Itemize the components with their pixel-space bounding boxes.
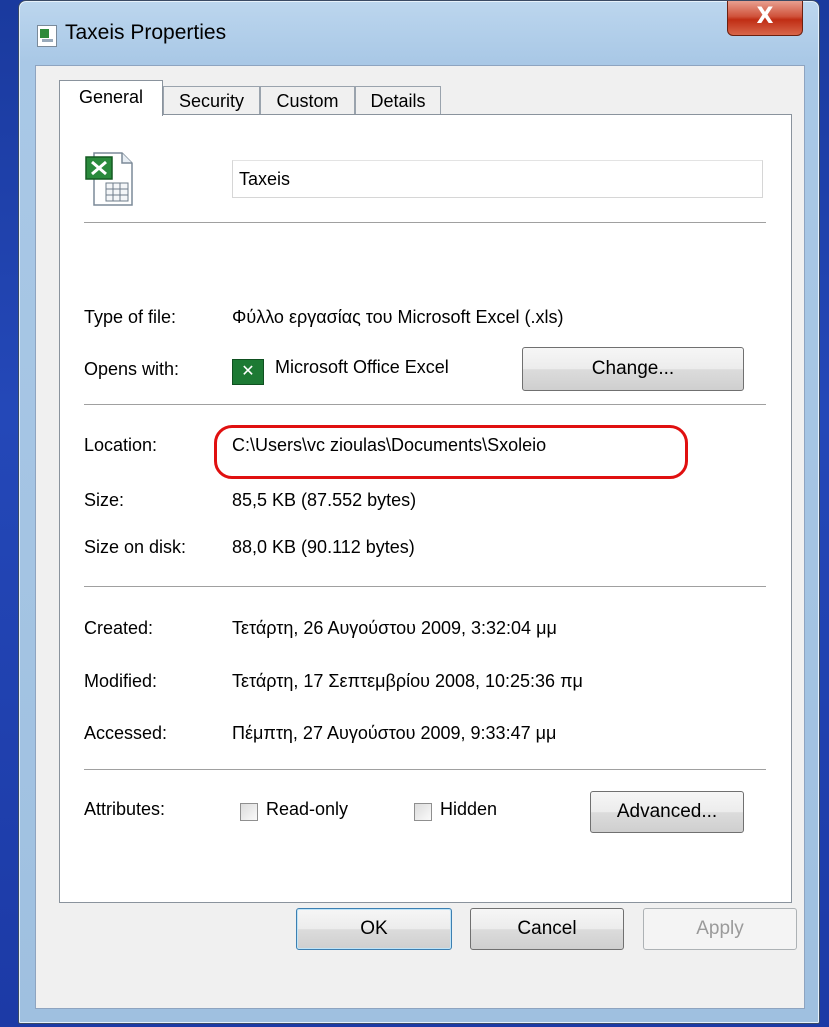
title-bar[interactable]: Taxeis Properties X <box>19 1 819 65</box>
read-only-checkbox[interactable] <box>240 803 258 821</box>
ok-button[interactable]: OK <box>296 908 452 950</box>
separator <box>84 769 766 770</box>
separator <box>84 404 766 405</box>
file-name-field[interactable]: Taxeis <box>232 160 763 198</box>
separator <box>84 222 766 223</box>
excel-file-icon <box>37 25 57 47</box>
created-value: Τετάρτη, 26 Αυγούστου 2009, 3:32:04 μμ <box>232 618 557 638</box>
location-label: Location: <box>84 435 158 455</box>
created-label: Created: <box>84 618 154 638</box>
tab-custom[interactable]: Custom <box>260 86 355 114</box>
close-icon: X <box>756 4 774 29</box>
modified-value: Τετάρτη, 17 Σεπτεμβρίου 2008, 10:25:36 π… <box>232 671 583 691</box>
tab-general[interactable]: General <box>59 80 163 116</box>
advanced-button[interactable]: Advanced... <box>590 791 744 833</box>
type-value: Φύλλο εργασίας του Microsoft Excel (.xls… <box>232 307 564 327</box>
modified-label: Modified: <box>84 671 158 691</box>
size-on-disk-value: 88,0 KB (90.112 bytes) <box>232 537 415 557</box>
tab-details[interactable]: Details <box>355 86 441 114</box>
excel-app-icon: ✕ <box>232 359 264 385</box>
location-highlight <box>214 425 688 479</box>
opens-with-value: Microsoft Office Excel <box>275 357 449 377</box>
read-only-label[interactable]: Read-only <box>266 799 348 820</box>
apply-button[interactable]: Apply <box>643 908 797 950</box>
separator <box>84 586 766 587</box>
hidden-checkbox[interactable] <box>414 803 432 821</box>
size-on-disk-label: Size on disk: <box>84 537 187 557</box>
size-label: Size: <box>84 490 125 510</box>
accessed-value: Πέμπτη, 27 Αυγούστου 2009, 9:33:47 μμ <box>232 723 557 743</box>
general-panel: Taxeis Type of file: Φύλλο εργασίας του … <box>59 114 792 903</box>
accessed-label: Accessed: <box>84 723 168 743</box>
excel-file-icon <box>85 152 133 206</box>
window-title: Taxeis Properties <box>65 21 227 44</box>
properties-window: Taxeis Properties X General Security Cus… <box>18 0 820 1024</box>
tab-security[interactable]: Security <box>163 86 260 114</box>
cancel-button[interactable]: Cancel <box>470 908 624 950</box>
change-button[interactable]: Change... <box>522 347 744 391</box>
hidden-label[interactable]: Hidden <box>440 799 497 820</box>
dialog-client: General Security Custom Details Taxeis T… <box>35 65 805 1009</box>
close-button[interactable]: X <box>727 1 803 36</box>
opens-with-label: Opens with: <box>84 359 180 379</box>
attributes-label: Attributes: <box>84 799 166 819</box>
size-value: 85,5 KB (87.552 bytes) <box>232 490 417 510</box>
type-label: Type of file: <box>84 307 177 327</box>
